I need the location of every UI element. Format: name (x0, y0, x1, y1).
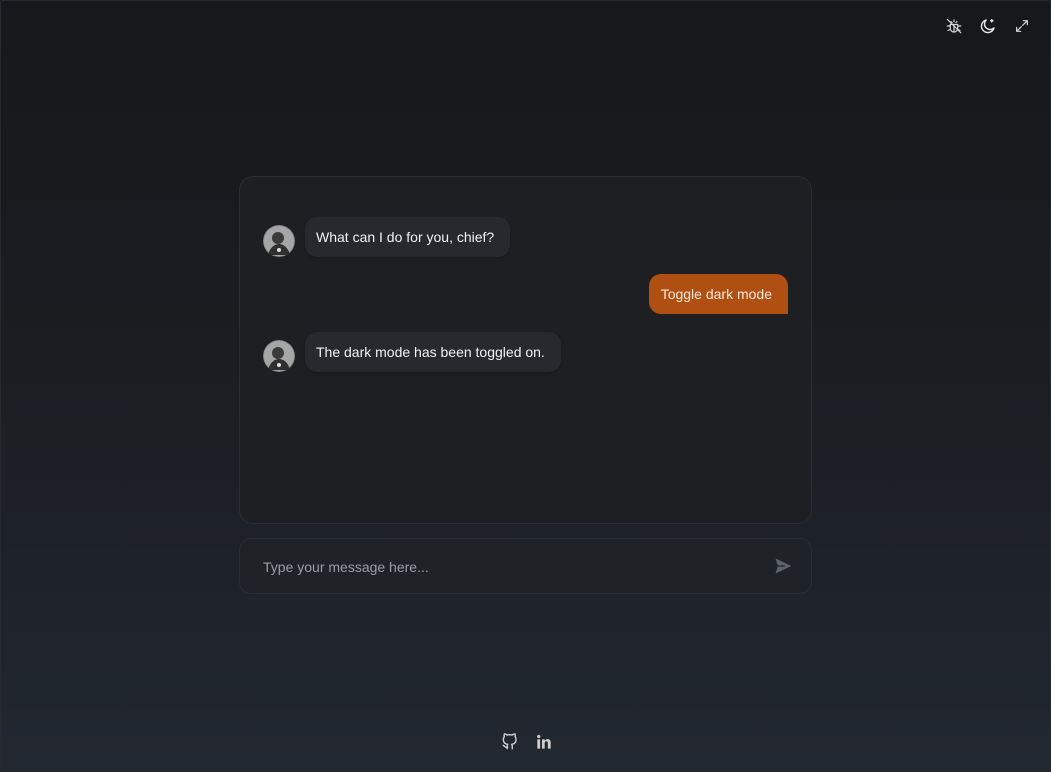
dark-mode-toggle-button[interactable] (973, 12, 1003, 40)
message-bubble: The dark mode has been toggled on. (305, 332, 561, 372)
linkedin-link[interactable] (534, 732, 554, 752)
message-row-user: Toggle dark mode (648, 274, 788, 314)
message-bubble: What can I do for you, chief? (305, 217, 511, 257)
message-composer (239, 538, 812, 594)
bot-avatar (263, 225, 295, 257)
send-icon (775, 558, 792, 574)
effects-toggle-button[interactable] (939, 12, 969, 40)
message-bubble-user: Toggle dark mode (648, 274, 788, 314)
bot-avatar (263, 340, 295, 372)
moon-icon (980, 18, 995, 34)
footer-links (500, 732, 554, 752)
chat-panel: What can I do for you, chief? Toggle dar… (239, 176, 812, 524)
send-button[interactable] (773, 556, 795, 578)
message-input[interactable] (254, 547, 765, 587)
fullscreen-button[interactable] (1007, 12, 1037, 40)
linkedin-icon (537, 734, 551, 749)
message-row-bot: What can I do for you, chief? (263, 217, 511, 257)
github-icon (502, 733, 517, 750)
message-row-bot: The dark mode has been toggled on. (263, 332, 561, 372)
bug-off-icon (946, 18, 962, 34)
github-link[interactable] (500, 732, 520, 752)
top-toolbar (939, 12, 1037, 40)
expand-icon (1016, 20, 1028, 32)
